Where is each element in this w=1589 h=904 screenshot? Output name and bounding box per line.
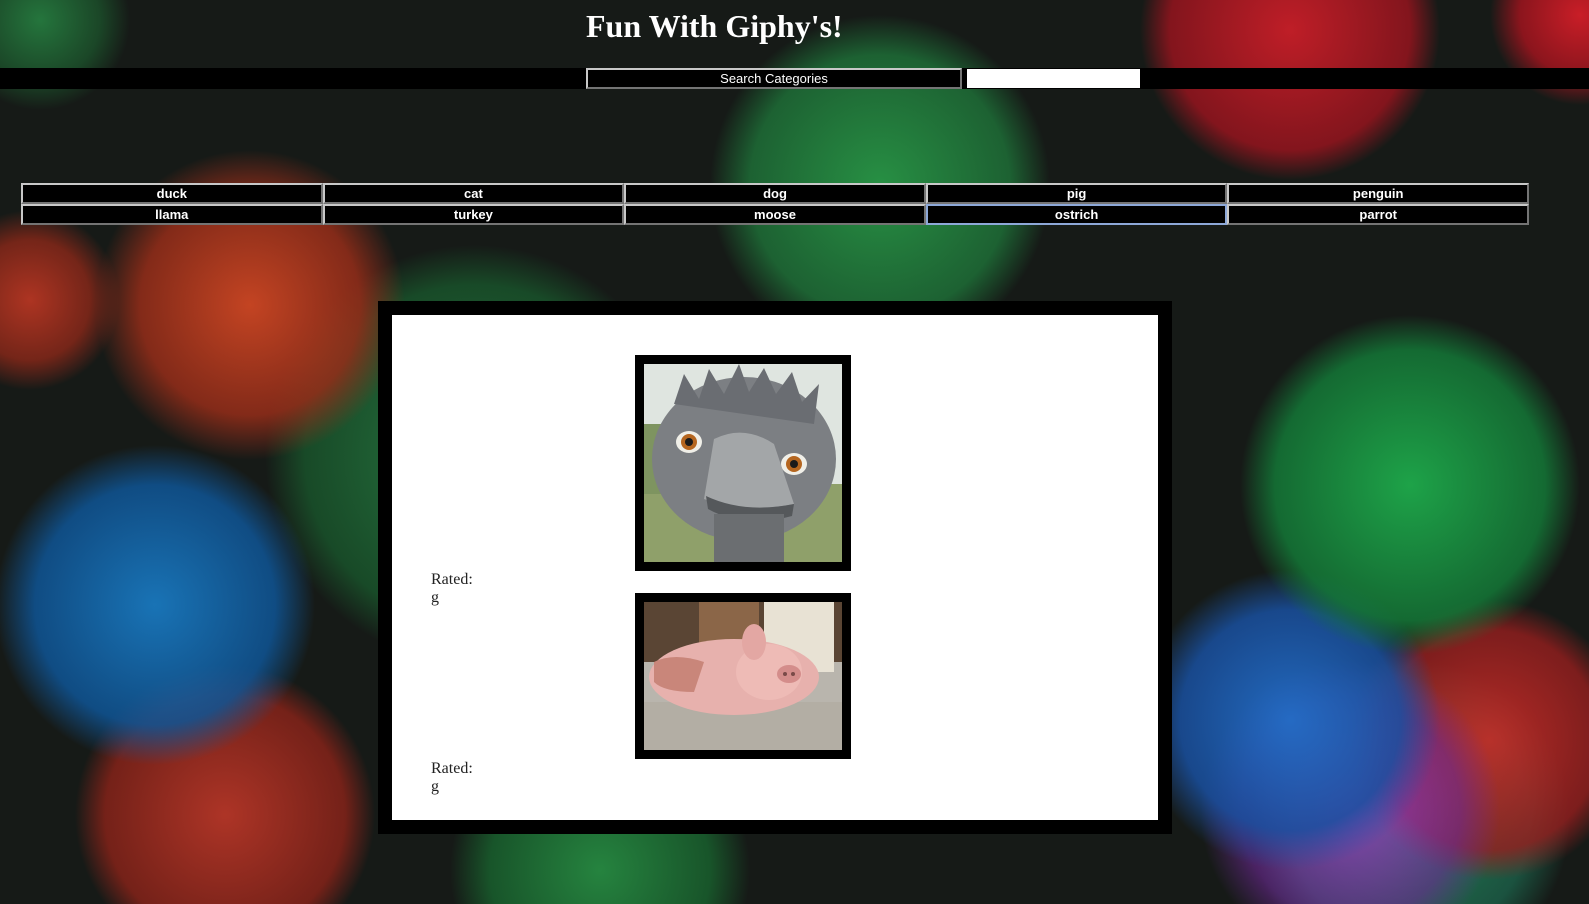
search-input[interactable] [967,69,1140,88]
gif-image-pig[interactable] [635,593,851,759]
category-button-duck[interactable]: duck [21,183,323,204]
category-buttons: duck cat dog pig penguin llama turkey mo… [21,183,1529,225]
category-button-parrot[interactable]: parrot [1227,204,1529,225]
gif-image-ostrich[interactable] [635,355,851,571]
gif-results-container: Rated: g Rated: g [378,301,1172,834]
search-bar: Search Categories [0,68,1589,89]
gif-rating: Rated: g [431,571,473,606]
page-title: Fun With Giphy's! [586,8,843,44]
category-button-pig[interactable]: pig [925,183,1228,204]
gif-results-panel: Rated: g Rated: g [392,315,1158,820]
category-button-moose[interactable]: moose [624,204,926,225]
category-button-ostrich[interactable]: ostrich [925,204,1228,225]
category-button-turkey[interactable]: turkey [322,204,625,225]
category-button-dog[interactable]: dog [624,183,926,204]
search-categories-button[interactable]: Search Categories [586,68,962,89]
gif-rating: Rated: g [431,760,473,795]
category-button-penguin[interactable]: penguin [1227,183,1529,204]
pig-image [644,602,842,750]
category-button-cat[interactable]: cat [322,183,625,204]
ostrich-image [644,364,842,562]
category-button-llama[interactable]: llama [21,204,323,225]
